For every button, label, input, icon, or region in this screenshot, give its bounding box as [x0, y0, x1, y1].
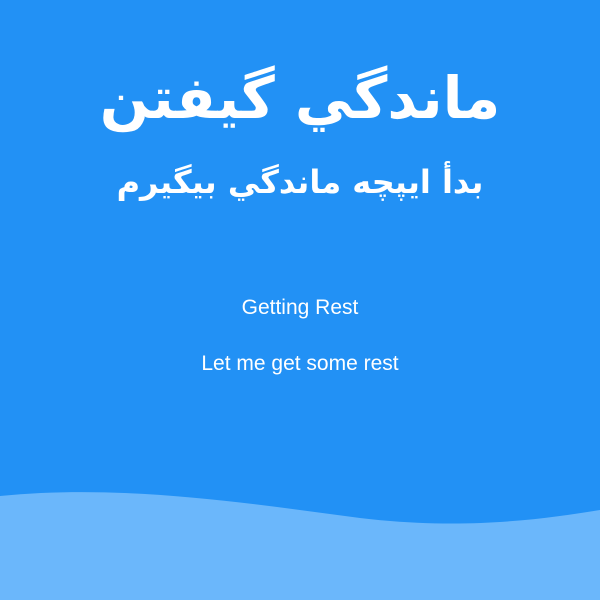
subtitle-english: Let me get some rest: [201, 352, 399, 375]
content-card: ماندگي گيفتن بدأ ايپچه ماندگي بيگيرم Get…: [0, 0, 600, 600]
title-english: Getting Rest: [241, 296, 359, 319]
subtitle-persian: بدأ ايپچه ماندگي بيگيرم: [116, 163, 484, 201]
title-persian: ماندگي گيفتن: [99, 64, 501, 132]
wave-shape: [0, 492, 600, 600]
bottom-wave-decoration: [0, 492, 600, 600]
